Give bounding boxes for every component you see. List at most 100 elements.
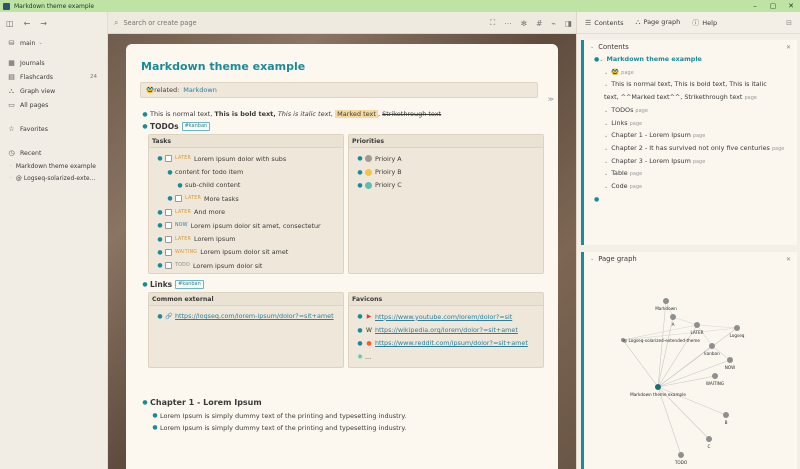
toc-item[interactable]: ⌄ TODOs page: [594, 105, 797, 118]
block-bullet[interactable]: ●: [140, 122, 150, 131]
graph-node[interactable]: [727, 357, 733, 363]
checkbox[interactable]: [165, 208, 172, 216]
graph-node-current[interactable]: [655, 384, 661, 390]
contents-icon: ☰: [585, 18, 592, 27]
panel-header[interactable]: ⌄ Contents ✕: [584, 40, 797, 54]
kanban-tag[interactable]: #kanban: [181, 122, 211, 131]
favicon-link-item[interactable]: ● ▶ https://www.youtube.com/lorem/dolor?=s…: [355, 310, 540, 323]
graph-node[interactable]: [723, 412, 729, 418]
toc-item[interactable]: ⌄ 🥸 page: [594, 67, 797, 80]
chevron-down-icon: ⌄: [38, 40, 43, 46]
task-item[interactable]: ● LATER And more: [155, 206, 340, 219]
recent-item[interactable]: · @ Logseq-solarized-exte...: [0, 172, 107, 184]
column-header: Priorities: [349, 135, 543, 148]
sidebar-item-journals[interactable]: ▦ Journals: [0, 56, 107, 70]
sidebar-item-all-pages[interactable]: ▭ All pages: [0, 98, 107, 112]
sidebar-item-graph-view[interactable]: ⛬ Graph view: [0, 84, 107, 98]
toc-item[interactable]: ⌄ Links page: [594, 118, 797, 131]
graph-node-label: kanban: [704, 351, 720, 356]
checkbox[interactable]: [165, 248, 172, 256]
toc-root[interactable]: ●⌄ Markdown theme example: [594, 54, 797, 67]
maximize-icon[interactable]: ▢: [764, 0, 782, 12]
checkbox[interactable]: [175, 195, 182, 203]
block-bullet[interactable]: ●: [140, 110, 150, 119]
tab-contents[interactable]: ☰ Contents: [585, 19, 624, 27]
lorem-block[interactable]: ● Lorem Ipsum is simply dummy text of the…: [150, 410, 544, 422]
task-item[interactable]: ● content for todo item: [155, 165, 340, 178]
graph-node[interactable]: [670, 314, 676, 320]
graph-name: main: [20, 39, 36, 47]
page-graph-panel: ⌄ Page graph ✕ Markdown A LATER Logseq @…: [581, 252, 797, 469]
task-item[interactable]: ● LATER More tasks: [155, 192, 340, 205]
favicon-link-item[interactable]: ◉...: [355, 350, 540, 363]
tab-help[interactable]: ⓘ Help: [692, 18, 717, 28]
close-icon[interactable]: ✕: [786, 44, 791, 51]
page-graph[interactable]: Markdown A LATER Logseq @ Logseq-solariz…: [584, 266, 797, 466]
graph-edge: [657, 316, 674, 388]
favicon-link-item[interactable]: ● Whttps://wikipedia.org/lorem/dolor?=sit…: [355, 323, 540, 336]
search-input[interactable]: [123, 18, 324, 27]
related-link[interactable]: Markdown: [183, 86, 217, 94]
sidebar-recent[interactable]: ◷ Recent: [0, 146, 107, 160]
task-item[interactable]: ● NOW Lorem ipsum dolor sit amet, consecte…: [155, 219, 340, 232]
minimize-icon[interactable]: –: [746, 0, 764, 12]
external-link-item[interactable]: ● 🔗 https://logseq.com/lorem-ipsum/dolor…: [155, 312, 340, 321]
sidebar-item-flashcards[interactable]: ▤ Flashcards 24: [0, 70, 107, 84]
panel-header[interactable]: ⌄ Page graph ✕: [584, 252, 797, 266]
toc-empty-item[interactable]: ●: [594, 194, 797, 206]
notification-icon[interactable]: ⌁: [551, 19, 556, 28]
kanban-tag[interactable]: #kanban: [175, 280, 204, 289]
app-icon: [3, 2, 10, 10]
task-item[interactable]: ● LATER Lorem ipsum dolor with subs: [155, 152, 340, 165]
close-icon[interactable]: ✕: [782, 0, 800, 12]
checkbox[interactable]: [165, 155, 172, 163]
recent-item[interactable]: · Markdown theme example: [0, 160, 107, 172]
back-icon[interactable]: ←: [24, 19, 31, 28]
toc-item[interactable]: ⌄ Table page: [594, 168, 797, 181]
checkbox[interactable]: [165, 222, 172, 230]
graph-node[interactable]: [706, 436, 712, 442]
sidebar-toggle-icon[interactable]: ◫: [6, 19, 14, 28]
priority-item[interactable]: ● Prioiry A: [355, 152, 540, 165]
chapter1-block[interactable]: ● Chapter 1 - Lorem Ipsum: [140, 398, 544, 407]
fullscreen-icon[interactable]: ⛶: [490, 18, 495, 28]
forward-icon[interactable]: →: [40, 19, 47, 28]
sidebar-favorites[interactable]: ☆ Favorites: [0, 122, 107, 136]
tag-icon[interactable]: #: [536, 19, 542, 28]
checkbox[interactable]: [165, 262, 172, 270]
links-block[interactable]: ● Links #kanban: [140, 280, 544, 289]
task-item[interactable]: ● sub-child content: [155, 179, 340, 192]
priority-item[interactable]: ● Prioiry C: [355, 179, 540, 192]
page-menu-icon[interactable]: ≫: [548, 96, 554, 103]
toc-item[interactable]: ⌄ Chapter 3 - Lorem Ipsum page: [594, 156, 797, 169]
block-bullet[interactable]: ●: [140, 280, 150, 289]
favicon-link-item[interactable]: ● ● https://www.reddit.com/ipsum/dolor?=si…: [355, 337, 540, 350]
lorem-block[interactable]: ● Lorem Ipsum is simply dummy text of the…: [150, 422, 544, 434]
toc-item[interactable]: ⌄ Chapter 1 - Lorem Ipsum page: [594, 130, 797, 143]
graph-node-label: TODO: [674, 460, 688, 465]
more-icon[interactable]: ⋯: [504, 19, 512, 28]
todos-block[interactable]: ● TODOs #kanban: [140, 122, 544, 131]
priority-item[interactable]: ● Prioiry B: [355, 165, 540, 178]
graph-node[interactable]: [712, 373, 718, 379]
toc-item[interactable]: ⌄ This is normal text, This is bold text,…: [594, 79, 770, 104]
task-item[interactable]: ● LATER Lorem ipsum: [155, 232, 340, 245]
text-styles-block[interactable]: ● This is normal text, This is bold text…: [140, 110, 544, 119]
graph-node[interactable]: [734, 325, 740, 331]
task-item[interactable]: ● TODO Lorem ipsum dolor sit: [155, 259, 340, 272]
tab-page-graph[interactable]: ⛬ Page graph: [636, 18, 681, 27]
plugin-icon[interactable]: ✻: [521, 19, 527, 28]
graph-switcher[interactable]: ⛁ main ⌄: [0, 36, 107, 50]
right-sidebar-toggle-icon[interactable]: ◨: [565, 19, 572, 28]
close-icon[interactable]: ✕: [786, 256, 791, 263]
block-bullet[interactable]: ●: [140, 398, 150, 407]
graph-node[interactable]: [709, 343, 715, 349]
graph-node[interactable]: [678, 452, 684, 458]
close-sidebar-icon[interactable]: ⊟: [786, 19, 792, 27]
graph-node[interactable]: [694, 322, 700, 328]
checkbox[interactable]: [165, 235, 172, 243]
toc-item[interactable]: ⌄ Chapter 2 - It has survived not only fi…: [594, 143, 790, 156]
toc-item[interactable]: ⌄ Code page: [594, 181, 797, 194]
task-item[interactable]: ● WAITING Lorem ipsum dolor sit amet: [155, 246, 340, 259]
graph-node[interactable]: [663, 298, 669, 304]
